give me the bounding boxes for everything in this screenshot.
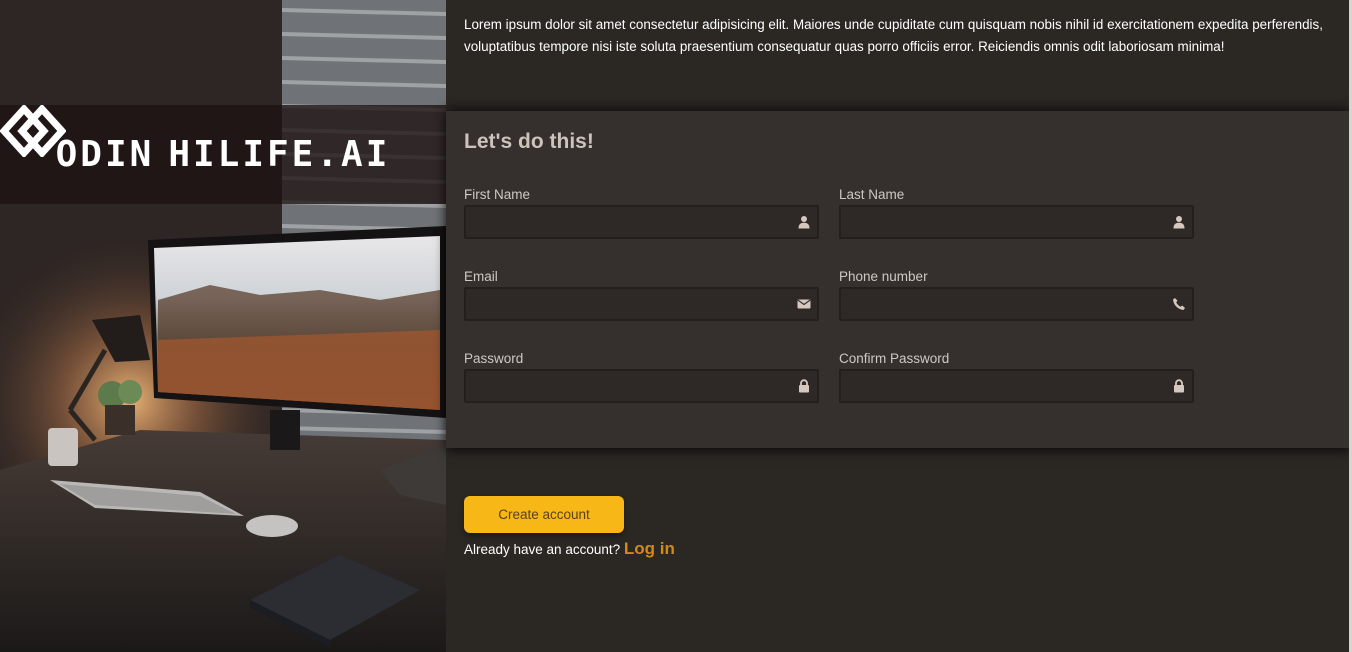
login-link[interactable]: Log in [624, 539, 675, 558]
create-account-button[interactable]: Create account [464, 496, 624, 533]
login-prompt-text: Already have an account? [464, 542, 621, 557]
login-prompt: Already have an account? Log in [464, 539, 675, 559]
first-name-input[interactable] [464, 205, 819, 239]
confirm-password-input[interactable] [839, 369, 1194, 403]
email-field: Email [464, 269, 819, 321]
last-name-field: Last Name [839, 187, 1194, 239]
intro-paragraph: Lorem ipsum dolor sit amet consectetur a… [464, 17, 1323, 54]
envelope-icon [797, 299, 811, 309]
hero-image: ODIN HILIFE.AI [0, 0, 446, 652]
lock-icon [799, 379, 809, 393]
phone-label: Phone number [839, 269, 928, 284]
confirm-password-field: Confirm Password [839, 351, 1194, 403]
desk-photo [0, 0, 446, 652]
phone-field: Phone number [839, 269, 1194, 321]
first-name-field: First Name [464, 187, 819, 239]
user-icon [798, 216, 810, 229]
phone-input[interactable] [839, 287, 1194, 321]
last-name-input[interactable] [839, 205, 1194, 239]
interlocked-diamonds-icon [0, 105, 66, 157]
password-label: Password [464, 351, 524, 366]
form-actions: Create account Already have an account? … [464, 496, 675, 559]
email-input[interactable] [464, 287, 819, 321]
phone-icon [1173, 298, 1185, 310]
email-label: Email [464, 269, 498, 284]
brand-banner: ODIN HILIFE.AI [0, 105, 446, 204]
confirm-password-label: Confirm Password [839, 351, 950, 366]
brand-left-word: ODIN [55, 134, 155, 175]
user-icon [1173, 216, 1185, 229]
form-title: Let's do this! [464, 130, 594, 153]
password-input[interactable] [464, 369, 819, 403]
lock-icon [1174, 379, 1184, 393]
last-name-label: Last Name [839, 187, 905, 202]
signup-form: Let's do this! First Name Last Name Emai… [446, 111, 1350, 448]
signup-panel: Lorem ipsum dolor sit amet consectetur a… [446, 0, 1352, 652]
password-field: Password [464, 351, 819, 403]
brand-right-word: HILIFE.AI [168, 134, 391, 175]
first-name-label: First Name [464, 187, 531, 202]
